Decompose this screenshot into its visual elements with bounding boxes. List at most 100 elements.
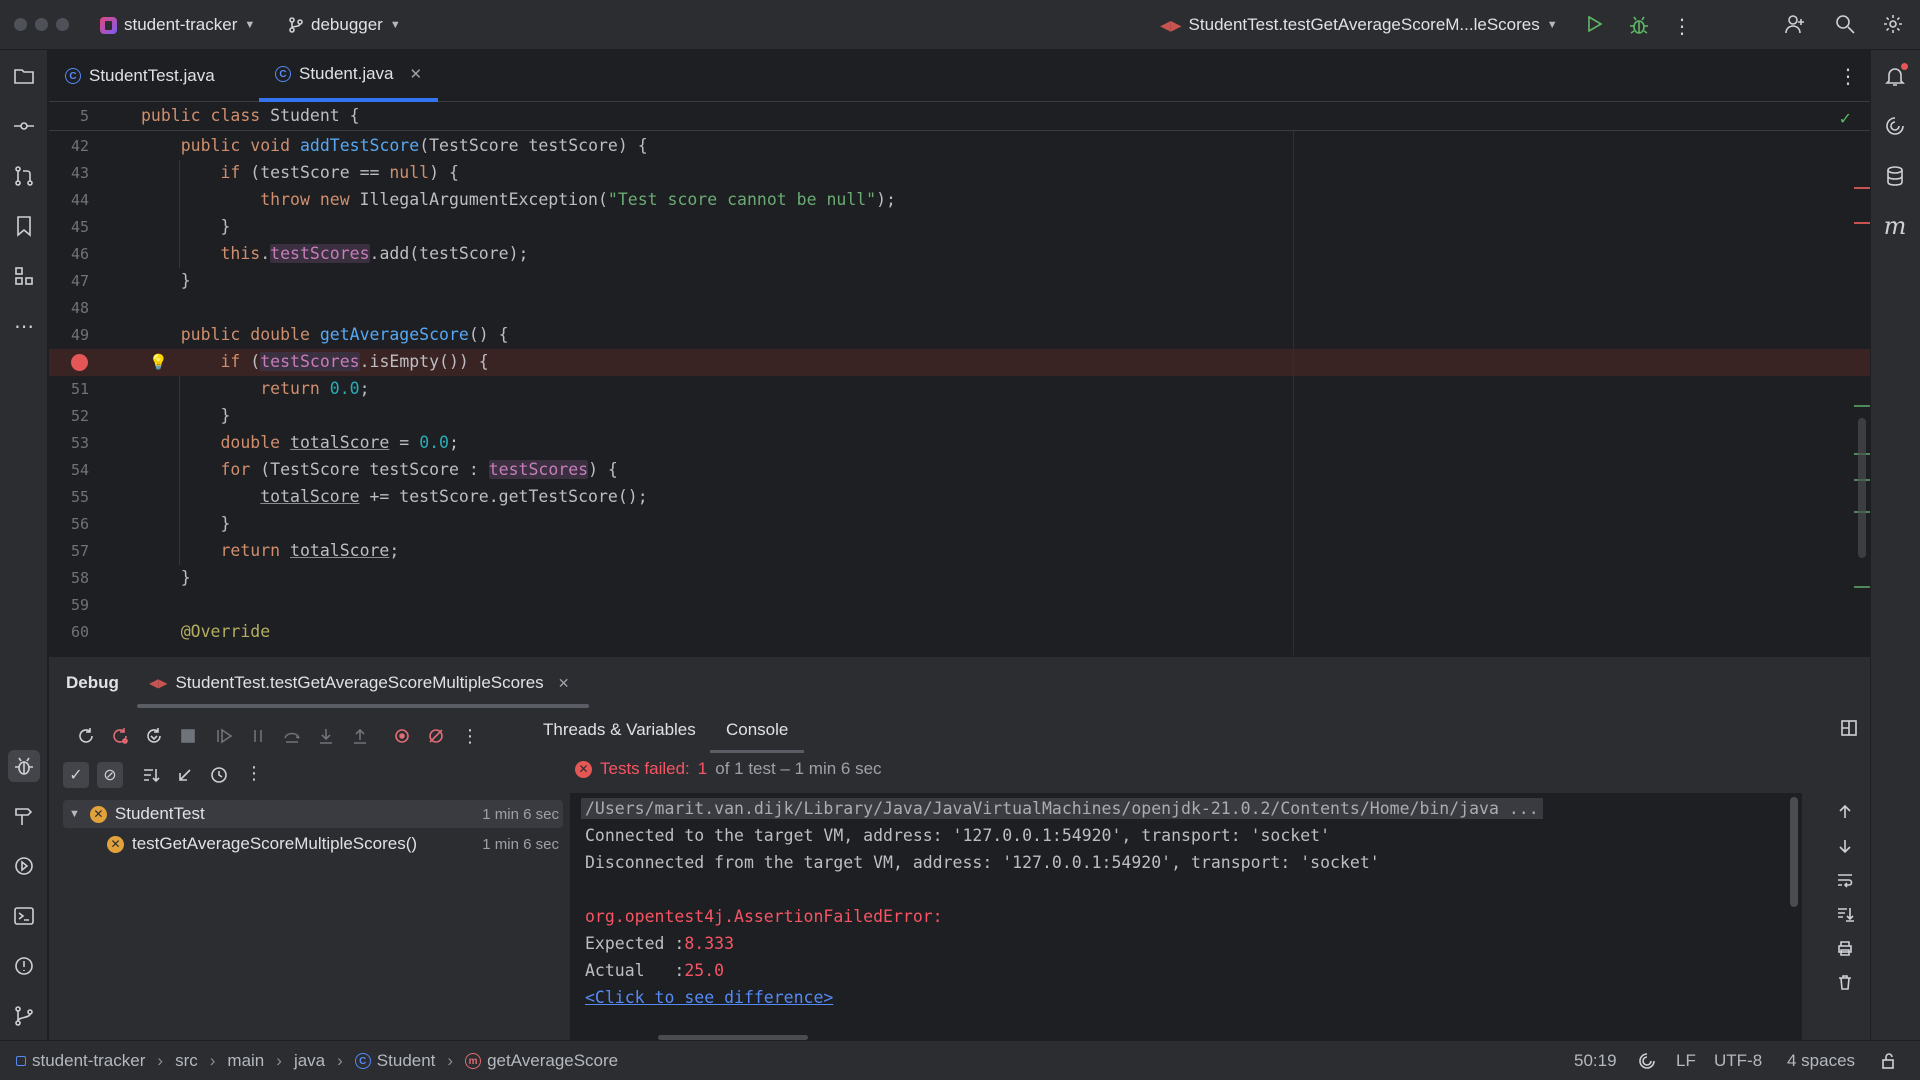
debug-icon[interactable] [1628, 14, 1650, 36]
file-encoding[interactable]: UTF-8 [1714, 1051, 1762, 1071]
code-line-52[interactable]: 52 } [49, 403, 1870, 430]
services-icon[interactable] [8, 850, 40, 882]
breadcrumb-item[interactable]: getAverageScore [487, 1051, 618, 1071]
pause-icon[interactable] [247, 725, 269, 747]
tree-row-studenttest[interactable]: ▼ ✕ StudentTest 1 min 6 sec [63, 800, 563, 828]
notifications-icon[interactable] [1879, 60, 1911, 92]
tab-console[interactable]: Console [709, 720, 805, 753]
mute-breakpoints-icon[interactable] [425, 725, 447, 747]
project-selector[interactable]: student-tracker ▼ [100, 0, 255, 50]
tab-student[interactable]: C Student.java ✕ [259, 50, 439, 102]
rerun-icon[interactable] [75, 725, 97, 747]
close-icon[interactable]: ✕ [558, 675, 570, 692]
database-icon[interactable] [1879, 160, 1911, 192]
code-line-60[interactable]: 60 @Override [49, 619, 1870, 646]
code-line-45[interactable]: 45 } [49, 214, 1870, 241]
ai-status-icon[interactable] [1638, 1052, 1656, 1070]
no-problems-check-icon[interactable]: ✓ [1839, 109, 1852, 129]
search-icon[interactable] [1834, 13, 1856, 35]
tab-studenttest[interactable]: C StudentTest.java [49, 50, 231, 102]
more-vertical-icon[interactable]: ⋮ [459, 725, 481, 747]
gear-icon[interactable] [1882, 13, 1904, 35]
debug-tool-icon[interactable] [8, 750, 40, 782]
bookmarks-icon[interactable] [8, 210, 40, 242]
code-line-51[interactable]: 51 return 0.0; [49, 376, 1870, 403]
resume-icon[interactable] [213, 725, 235, 747]
problems-icon[interactable] [8, 950, 40, 982]
code-line-53[interactable]: 53 double totalScore = 0.0; [49, 430, 1870, 457]
rerun-automatically-icon[interactable] [143, 725, 165, 747]
pull-requests-icon[interactable] [8, 160, 40, 192]
commit-icon[interactable] [8, 110, 40, 142]
change-stripe-marker[interactable] [1854, 586, 1870, 588]
code-line-48[interactable]: 48 [49, 295, 1870, 322]
sticky-header[interactable]: 5 public class Student { [49, 103, 1870, 131]
read-only-toggle-icon[interactable] [1880, 1052, 1898, 1070]
code-line-59[interactable]: 59 [49, 592, 1870, 619]
print-icon[interactable] [1830, 936, 1860, 960]
show-passed-icon[interactable]: ✓ [63, 762, 89, 788]
trash-icon[interactable] [1830, 970, 1860, 994]
breadcrumb-item[interactable]: java [294, 1051, 325, 1071]
see-difference-link[interactable]: <Click to see difference> [585, 988, 833, 1007]
view-breakpoints-icon[interactable] [391, 725, 413, 747]
code-line-54[interactable]: 54 for (TestScore testScore : testScores… [49, 457, 1870, 484]
tree-row-test-method[interactable]: ✕ testGetAverageScoreMultipleScores() 1 … [63, 830, 563, 858]
close-icon[interactable]: ✕ [410, 65, 423, 83]
structure-icon[interactable] [8, 260, 40, 292]
indent-setting[interactable]: 4 spaces [1787, 1051, 1855, 1071]
editor-scrollbar[interactable] [1858, 418, 1866, 558]
breadcrumb-item[interactable]: student-tracker [32, 1051, 145, 1071]
code-line-50[interactable]: 💡 if (testScores.isEmpty()) { [49, 349, 1870, 376]
stop-icon[interactable] [177, 725, 199, 747]
scroll-to-end-icon[interactable] [1830, 902, 1860, 926]
java-command[interactable]: /Users/marit.van.dijk/Library/Java/JavaV… [581, 798, 1543, 819]
branch-selector[interactable]: debugger ▼ [288, 0, 401, 50]
breakpoint-icon[interactable] [71, 354, 88, 371]
close-dot[interactable] [14, 18, 27, 31]
code-line-55[interactable]: 55 totalScore += testScore.getTestScore(… [49, 484, 1870, 511]
caret-position[interactable]: 50:19 [1574, 1051, 1617, 1071]
step-out-icon[interactable] [349, 725, 371, 747]
chevron-down-icon[interactable]: ▼ [69, 808, 80, 820]
code-line-43[interactable]: 43 if (testScore == null) { [49, 160, 1870, 187]
collapse-all-icon[interactable] [175, 765, 195, 785]
step-into-icon[interactable] [315, 725, 337, 747]
code-line-57[interactable]: 57 return totalScore; [49, 538, 1870, 565]
error-stripe-marker[interactable] [1854, 187, 1870, 189]
step-over-icon[interactable] [281, 725, 303, 747]
rerun-failed-icon[interactable] [109, 725, 131, 747]
code-line-58[interactable]: 58 } [49, 565, 1870, 592]
console-output[interactable]: /Users/marit.van.dijk/Library/Java/JavaV… [570, 793, 1802, 1040]
ai-assistant-icon[interactable] [1879, 110, 1911, 142]
code-line-46[interactable]: 46 this.testScores.add(testScore); [49, 241, 1870, 268]
project-view-icon[interactable] [8, 60, 40, 92]
change-stripe-marker[interactable] [1854, 405, 1870, 407]
code-line-42[interactable]: 42 public void addTestScore(TestScore te… [49, 133, 1870, 160]
more-vertical-icon[interactable]: ⋮ [1672, 14, 1692, 39]
arrow-down-icon[interactable] [1830, 834, 1860, 858]
add-user-icon[interactable] [1784, 13, 1806, 35]
code-line-44[interactable]: 44 throw new IllegalArgumentException("T… [49, 187, 1870, 214]
breadcrumb-item[interactable]: src [175, 1051, 198, 1071]
maven-icon[interactable]: m [1879, 210, 1911, 242]
layout-icon[interactable] [1840, 719, 1858, 737]
breadcrumb-item[interactable]: main [227, 1051, 264, 1071]
code-line-56[interactable]: 56 } [49, 511, 1870, 538]
more-horizontal-icon[interactable]: ⋯ [8, 310, 40, 342]
build-icon[interactable] [8, 800, 40, 832]
more-vertical-icon[interactable]: ⋮ [1838, 64, 1858, 89]
terminal-icon[interactable] [8, 900, 40, 932]
tab-threads-variables[interactable]: Threads & Variables [543, 720, 696, 740]
run-icon[interactable] [1584, 14, 1604, 34]
code-line-47[interactable]: 47 } [49, 268, 1870, 295]
history-icon[interactable] [209, 765, 229, 785]
show-ignored-icon[interactable]: ⊘ [97, 762, 123, 788]
window-controls[interactable] [14, 18, 69, 31]
error-stripe-marker[interactable] [1854, 222, 1870, 224]
soft-wrap-icon[interactable] [1830, 868, 1860, 892]
minimize-dot[interactable] [35, 18, 48, 31]
breadcrumb-item[interactable]: Student [377, 1051, 436, 1071]
debug-session-tab[interactable]: ◀▶ StudentTest.testGetAverageScoreMultip… [149, 673, 569, 693]
arrow-up-icon[interactable] [1830, 800, 1860, 824]
